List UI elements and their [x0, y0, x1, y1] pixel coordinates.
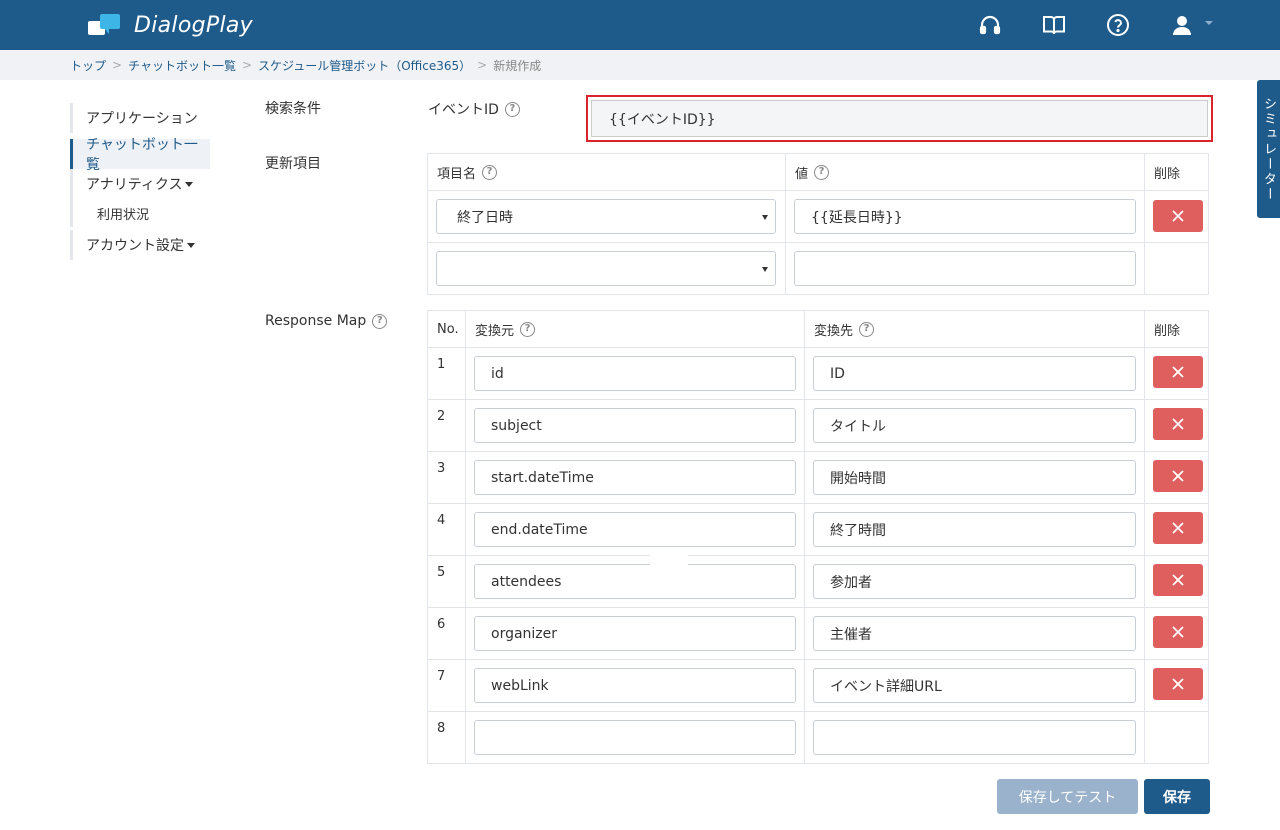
target-input[interactable]: ID: [813, 356, 1136, 391]
breadcrumb-current: 新規作成: [493, 58, 542, 73]
save-and-test-button[interactable]: 保存してテスト: [997, 779, 1138, 814]
target-input[interactable]: 参加者: [813, 564, 1136, 599]
top-navbar: DialogPlay: [0, 0, 1280, 50]
simulator-tab[interactable]: シミュレーター: [1257, 80, 1280, 218]
headset-icon[interactable]: [977, 12, 1003, 38]
response-map-label: Response Map?: [265, 312, 388, 330]
caret-down-icon: [187, 242, 195, 248]
item-name-select-empty[interactable]: [436, 251, 776, 286]
help-icon[interactable]: ?: [814, 164, 830, 180]
target-input[interactable]: タイトル: [813, 408, 1136, 443]
help-icon[interactable]: ?: [520, 321, 536, 337]
row-number: 6: [437, 617, 446, 632]
target-input[interactable]: 終了時間: [813, 512, 1136, 547]
row-number: 8: [437, 721, 446, 736]
column-header-delete: 削除: [1145, 311, 1208, 348]
column-header-target: 変換先?: [805, 311, 1145, 348]
source-input[interactable]: subject: [474, 408, 796, 443]
help-icon[interactable]: ?: [372, 313, 388, 329]
save-button[interactable]: 保存: [1144, 779, 1210, 814]
item-value-input[interactable]: {{延長日時}}: [794, 199, 1136, 234]
delete-button[interactable]: [1153, 408, 1203, 440]
delete-button[interactable]: [1153, 616, 1203, 648]
sidebar-item-applications[interactable]: アプリケーション: [70, 103, 210, 133]
breadcrumb-schedule-bot[interactable]: スケジュール管理ボット（Office365）: [258, 57, 471, 74]
target-input[interactable]: 主催者: [813, 616, 1136, 651]
delete-button[interactable]: [1153, 512, 1203, 544]
user-icon[interactable]: [1169, 12, 1195, 38]
delete-button[interactable]: [1153, 200, 1203, 232]
select-arrow-icon: [762, 266, 768, 272]
source-input[interactable]: attendees: [474, 564, 796, 599]
sidebar-item-account-settings[interactable]: アカウント設定: [70, 230, 210, 260]
sidebar: アプリケーション チャットボット一覧 アナリティクス 利用状況 アカウント設定: [70, 103, 210, 260]
logo-chat-icon: [88, 12, 124, 38]
source-input[interactable]: start.dateTime: [474, 460, 796, 495]
app-logo[interactable]: DialogPlay: [88, 10, 253, 40]
column-header-delete: 削除: [1145, 154, 1208, 191]
close-icon: [1172, 574, 1184, 586]
help-icon[interactable]: ?: [482, 164, 498, 180]
search-section-label: 検索条件: [265, 101, 321, 117]
column-header-source: 変換元?: [466, 311, 805, 348]
help-icon[interactable]: [1105, 12, 1131, 38]
close-icon: [1172, 366, 1184, 378]
user-menu-caret-icon[interactable]: [1205, 21, 1213, 25]
column-header-item-name: 項目名?: [428, 154, 786, 191]
close-icon: [1172, 626, 1184, 638]
close-icon: [1172, 678, 1184, 690]
select-arrow-icon: [762, 214, 768, 220]
close-icon: [1172, 470, 1184, 482]
target-input[interactable]: [813, 720, 1136, 755]
delete-button[interactable]: [1153, 564, 1203, 596]
source-input[interactable]: webLink: [474, 668, 796, 703]
column-header-value: 値?: [786, 154, 1145, 191]
sidebar-item-usage[interactable]: 利用状況: [70, 199, 210, 227]
target-input[interactable]: 開始時間: [813, 460, 1136, 495]
source-input[interactable]: organizer: [474, 616, 796, 651]
breadcrumb: トップ > チャットボット一覧 > スケジュール管理ボット（Office365）…: [0, 50, 1280, 80]
sidebar-item-chatbot-list[interactable]: チャットボット一覧: [70, 137, 210, 173]
row-number: 4: [437, 513, 446, 528]
event-id-label: イベントID?: [428, 100, 520, 118]
event-id-highlight: {{イベントID}}: [586, 95, 1213, 142]
source-input[interactable]: [474, 720, 796, 755]
update-section-label: 更新項目: [265, 156, 321, 172]
delete-button[interactable]: [1153, 668, 1203, 700]
help-icon[interactable]: ?: [859, 321, 875, 337]
delete-button[interactable]: [1153, 356, 1203, 388]
row-number: 1: [437, 357, 446, 372]
close-icon: [1172, 418, 1184, 430]
source-input[interactable]: id: [474, 356, 796, 391]
breadcrumb-chatbot-list[interactable]: チャットボット一覧: [128, 57, 236, 74]
row-number: 5: [437, 565, 446, 580]
close-icon: [1172, 210, 1184, 222]
breadcrumb-top[interactable]: トップ: [70, 57, 106, 74]
help-icon[interactable]: ?: [504, 101, 520, 117]
app-name: DialogPlay: [134, 12, 253, 38]
book-icon[interactable]: [1041, 12, 1067, 38]
source-input[interactable]: end.dateTime: [474, 512, 796, 547]
target-input[interactable]: イベント詳細URL: [813, 668, 1136, 703]
row-number: 7: [437, 669, 446, 684]
close-icon: [1172, 522, 1184, 534]
delete-button[interactable]: [1153, 460, 1203, 492]
event-id-input[interactable]: {{イベントID}}: [591, 100, 1208, 137]
column-header-no: No.: [428, 311, 466, 348]
item-value-input-empty[interactable]: [794, 251, 1136, 286]
row-number: 3: [437, 461, 446, 476]
row-number: 2: [437, 409, 446, 424]
caret-down-icon: [185, 181, 194, 187]
item-name-select[interactable]: 終了日時: [436, 199, 776, 234]
